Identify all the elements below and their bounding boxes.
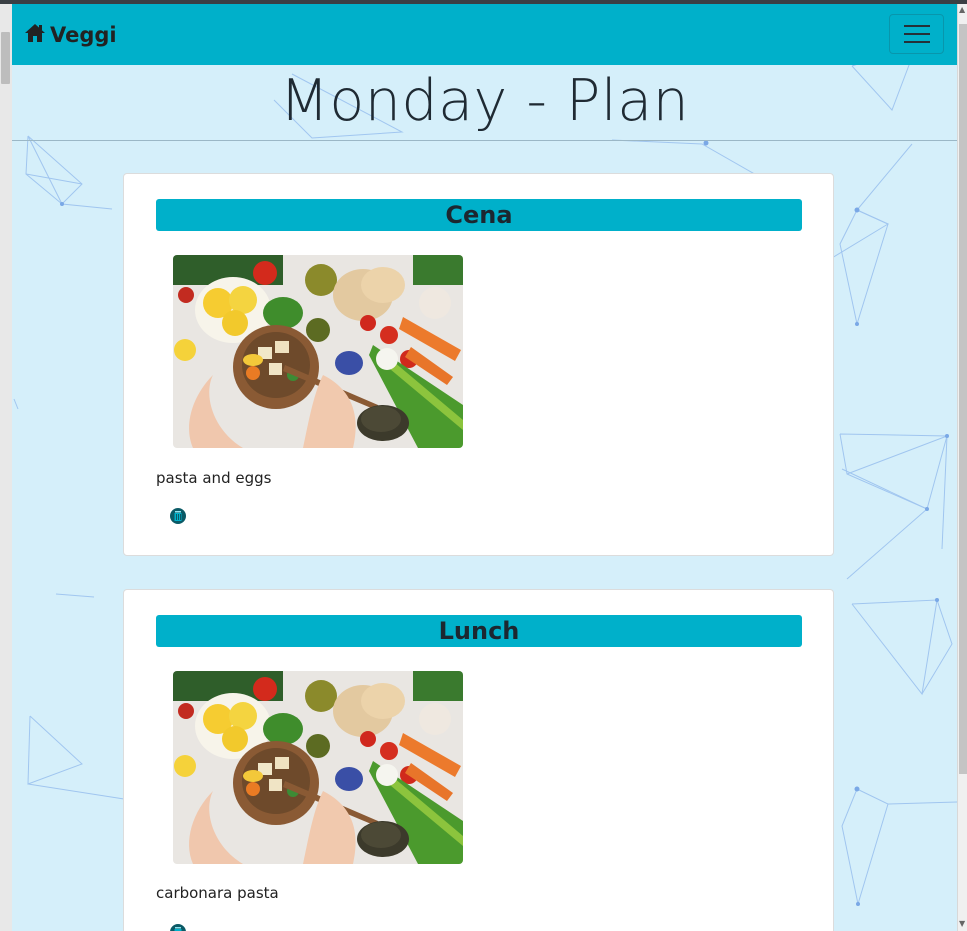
hamburger-menu-icon — [903, 25, 930, 27]
brand-link[interactable]: Veggi — [24, 20, 117, 50]
top-navbar: Veggi — [12, 4, 957, 65]
hamburger-line — [903, 41, 930, 43]
left-scrollbar-thumb[interactable] — [1, 32, 10, 84]
home-icon — [24, 23, 46, 48]
right-scrollbar[interactable]: ▲ ▼ — [957, 4, 967, 931]
page-title: Monday - Plan — [279, 68, 690, 134]
meal-card: Lunch carbonara pasta — [123, 589, 834, 931]
hamburger-line — [903, 33, 930, 35]
meal-card: Cena pasta and eggs — [123, 173, 834, 556]
meal-name: carbonara pasta — [156, 884, 279, 902]
meal-name: pasta and eggs — [156, 469, 272, 487]
meal-category-header: Cena — [156, 199, 802, 231]
navbar-toggle-button[interactable] — [889, 14, 944, 54]
meal-image[interactable] — [173, 255, 463, 448]
trash-icon[interactable] — [170, 508, 186, 524]
meal-category-header: Lunch — [156, 615, 802, 647]
trash-icon[interactable] — [170, 924, 186, 931]
scroll-down-arrow-icon[interactable]: ▼ — [959, 920, 965, 928]
brand-label: Veggi — [50, 23, 117, 47]
page-viewport: Veggi Monday - Plan Cena pasta and eggs … — [12, 4, 957, 931]
scroll-up-arrow-icon[interactable]: ▲ — [959, 6, 965, 14]
title-divider — [12, 140, 957, 141]
meal-image[interactable] — [173, 671, 463, 864]
right-scrollbar-thumb[interactable] — [959, 24, 967, 774]
